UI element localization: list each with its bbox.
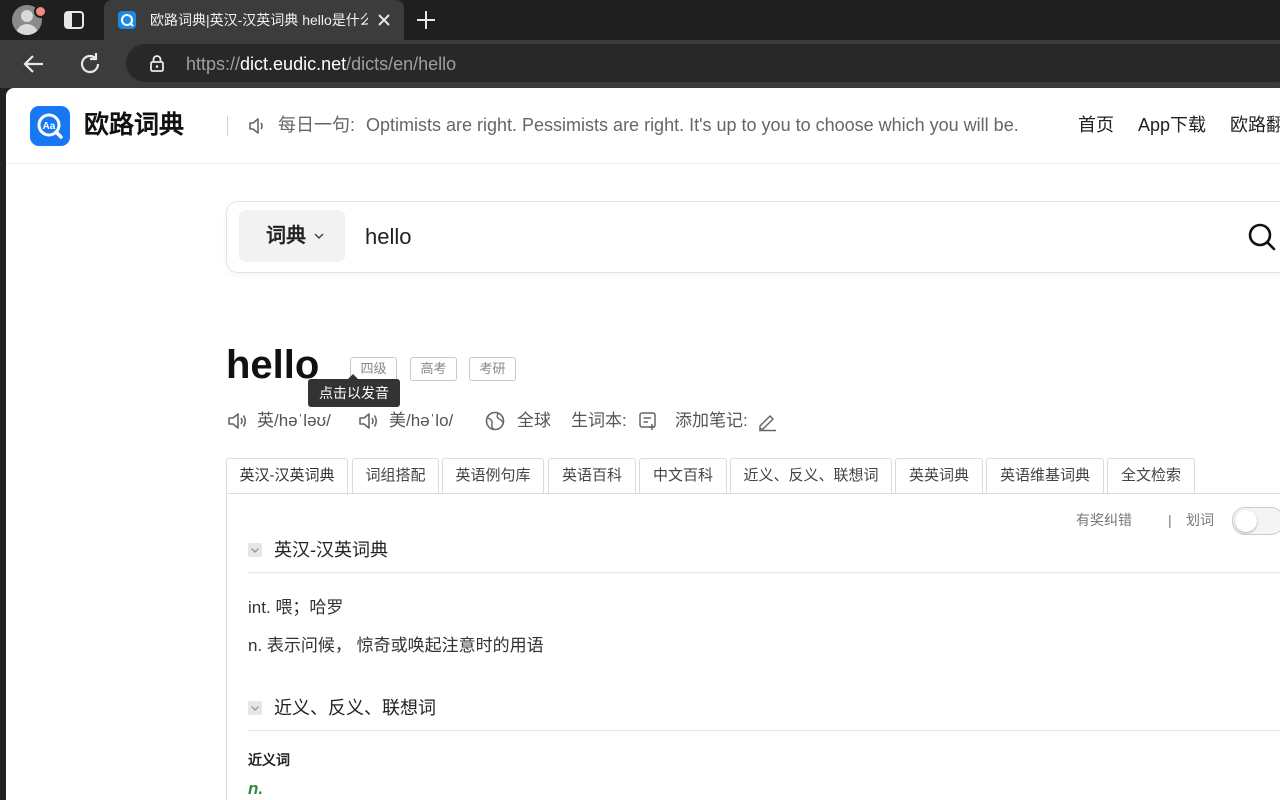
section-divider — [248, 572, 1280, 573]
pronounce-tooltip: 点击以发音 — [308, 379, 400, 407]
us-speaker-icon[interactable] — [357, 410, 379, 432]
active-tab[interactable]: 欧路词典|英汉-汉英词典 hello是什么意思 — [104, 0, 404, 40]
dictionary-select[interactable]: 词典 — [239, 210, 345, 262]
url-scheme: https:// — [186, 54, 241, 74]
tab-en-en-dict[interactable]: 英英词典 — [895, 458, 983, 493]
profile-notification-dot — [34, 5, 47, 18]
tab-example-sentences[interactable]: 英语例句库 — [442, 458, 544, 493]
svg-text:Aa: Aa — [43, 121, 56, 132]
content-left-border — [226, 493, 227, 800]
us-pronunciation: 美/həˈlo/ — [389, 411, 454, 430]
dictionary-select-label: 词典 — [266, 225, 306, 247]
add-note-label: 添加笔记: — [675, 411, 748, 430]
toggle-knob — [1235, 510, 1257, 532]
uk-pronunciation: 英/həˈləʊ/ — [257, 411, 331, 430]
eudic-logo-icon[interactable]: Aa — [30, 106, 70, 146]
highlight-lookup-label: 划词 — [1186, 512, 1214, 528]
chevron-down-icon — [314, 233, 324, 240]
definition-noun: n. 表示问候， 惊奇或唤起注意时的用语 — [248, 636, 544, 655]
browser-tab-bar: 欧路词典|英汉-汉英词典 hello是什么意思 — [0, 0, 1280, 40]
search-icon[interactable] — [1247, 222, 1277, 252]
global-pron-label[interactable]: 全球 — [517, 410, 551, 432]
section-title-dictionary: 英汉-汉英词典 — [274, 540, 388, 560]
close-icon[interactable] — [374, 10, 394, 30]
search-input[interactable] — [365, 222, 1205, 252]
tab-actions-icon[interactable] — [62, 9, 86, 31]
tab-english-encyclopedia[interactable]: 英语百科 — [548, 458, 636, 493]
uk-speaker-icon[interactable] — [226, 410, 248, 432]
site-logo-text[interactable]: 欧路词典 — [84, 108, 184, 142]
new-tab-plus-icon[interactable] — [414, 8, 438, 32]
lock-icon[interactable] — [148, 54, 166, 72]
search-box: 词典 — [226, 201, 1280, 273]
back-arrow-icon[interactable] — [20, 50, 48, 78]
eudic-favicon-icon — [118, 11, 136, 29]
collapse-chevron-icon[interactable] — [248, 543, 262, 557]
utility-divider: | — [1168, 512, 1172, 528]
reload-icon[interactable] — [76, 50, 104, 78]
tab-baseline — [226, 493, 1280, 494]
level-tag-kaoyan: 考研 — [469, 357, 516, 381]
report-error-link[interactable]: 有奖纠错 — [1076, 511, 1132, 529]
url-host: dict.eudic.net — [240, 54, 347, 74]
tab-full-text-search[interactable]: 全文检索 — [1107, 458, 1195, 493]
tab-en-cn-dict[interactable]: 英汉-汉英词典 — [226, 458, 348, 495]
tab-chinese-encyclopedia[interactable]: 中文百科 — [639, 458, 727, 493]
nav-app-download-link[interactable]: App下载 — [1138, 113, 1206, 137]
collapse-chevron-icon[interactable] — [248, 701, 262, 715]
nav-translate-link[interactable]: 欧路翻译 — [1230, 113, 1280, 137]
wordbook-label: 生词本: — [571, 411, 627, 430]
synonyms-heading: 近义词 — [248, 752, 290, 768]
url-text: https://dict.eudic.net/dicts/en/hello — [186, 54, 456, 74]
section-title-related-words: 近义、反义、联想词 — [274, 698, 436, 718]
headword: hello — [226, 343, 320, 387]
speaker-icon[interactable] — [247, 116, 267, 136]
tab-synonyms-antonyms[interactable]: 近义、反义、联想词 — [730, 458, 892, 493]
url-path: /dicts/en/hello — [346, 54, 457, 74]
globe-icon[interactable] — [484, 410, 506, 432]
tab-wiktionary[interactable]: 英语维基词典 — [986, 458, 1104, 493]
daily-sentence-label: 每日一句: — [278, 115, 356, 135]
tab-collocations[interactable]: 词组搭配 — [352, 458, 439, 493]
section-divider — [248, 730, 1280, 731]
header-divider — [227, 116, 228, 136]
address-bar[interactable]: https://dict.eudic.net/dicts/en/hello — [126, 44, 1280, 82]
nav-home-link[interactable]: 首页 — [1078, 113, 1114, 137]
synonyms-part-of-speech: n. — [248, 779, 264, 798]
web-page: Aa 欧路词典 每日一句: Optimists are right. Pessi… — [6, 88, 1280, 800]
tab-title: 欧路词典|英汉-汉英词典 hello是什么意思 — [150, 12, 368, 28]
site-header: Aa 欧路词典 每日一句: Optimists are right. Pessi… — [6, 88, 1280, 164]
level-tag-gaokao: 高考 — [410, 357, 457, 381]
highlight-lookup-toggle[interactable] — [1232, 507, 1280, 535]
daily-sentence-text[interactable]: Optimists are right. Pessimists are righ… — [366, 114, 1019, 136]
edit-pencil-icon[interactable] — [756, 410, 778, 432]
add-to-wordbook-icon[interactable] — [637, 410, 659, 432]
browser-toolbar: https://dict.eudic.net/dicts/en/hello — [0, 40, 1280, 88]
definition-interjection: int. 喂；哈罗 — [248, 598, 344, 617]
